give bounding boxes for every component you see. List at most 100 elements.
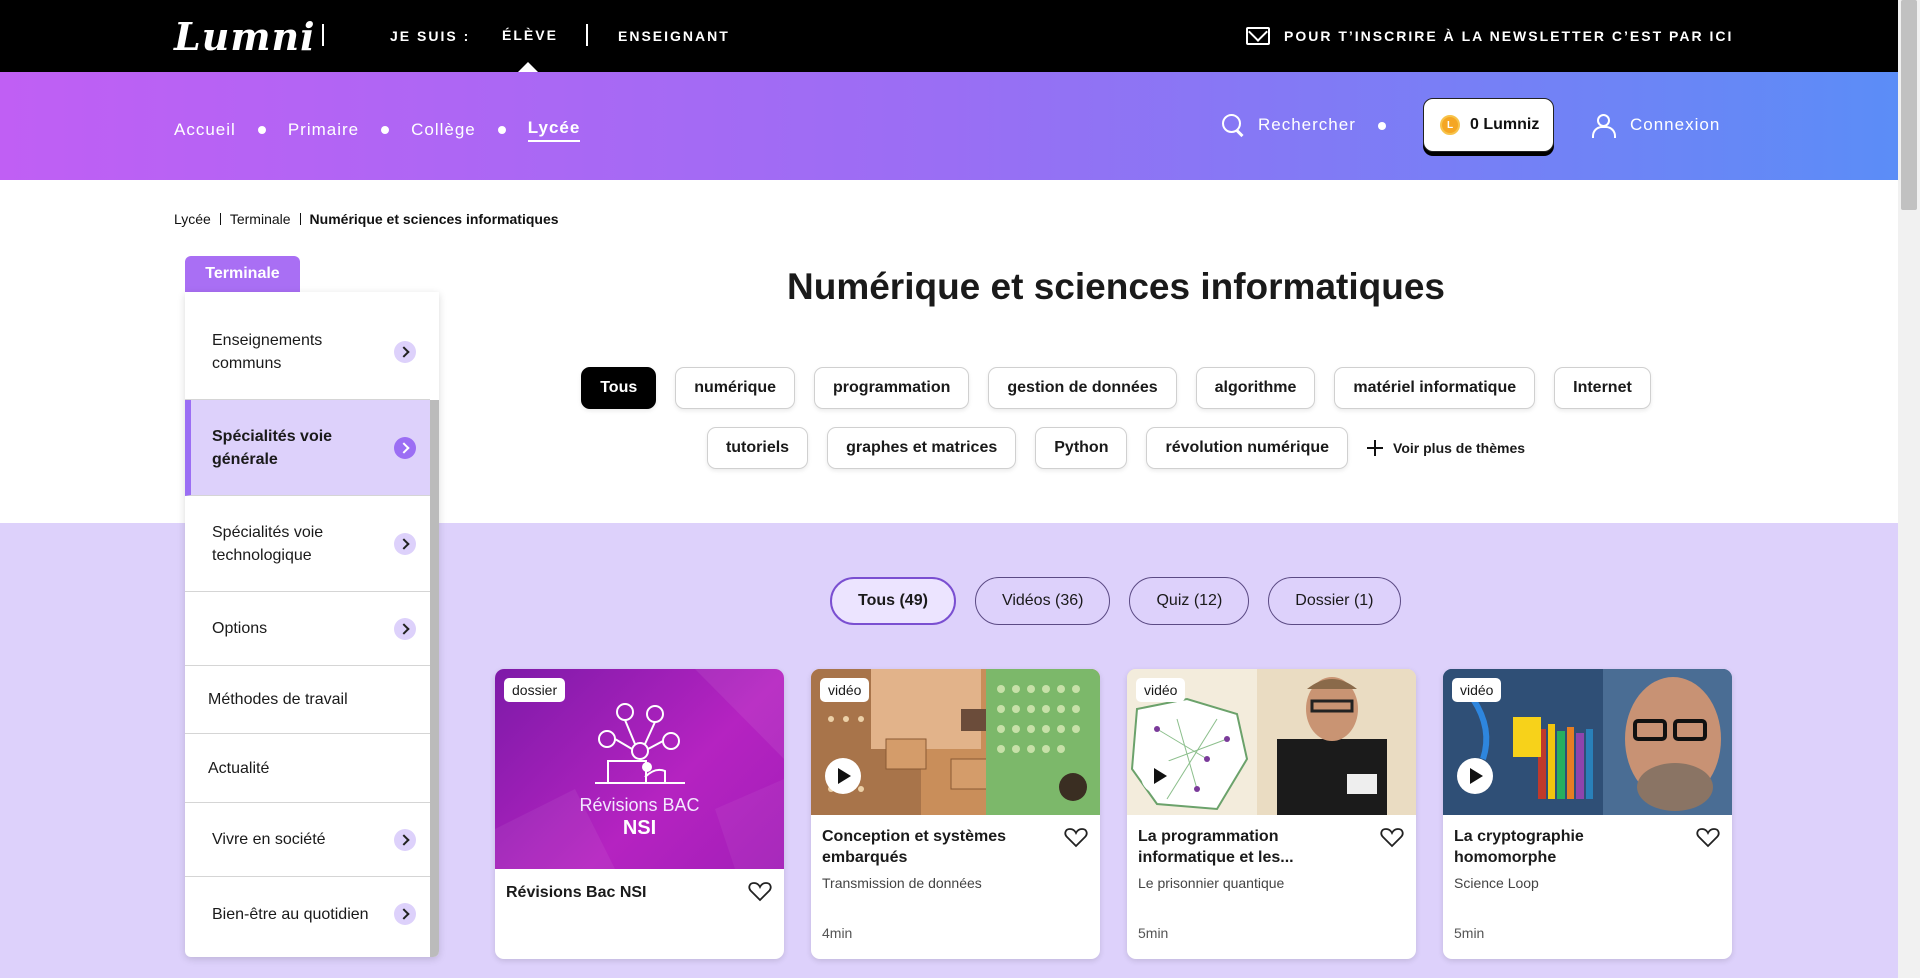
heart-icon[interactable] xyxy=(1064,826,1088,848)
card-thumbnail: vidéo xyxy=(811,669,1100,815)
sidebar-item-label: Vivre en société xyxy=(212,831,326,848)
thumbnail-title: Révisions BAC xyxy=(579,795,700,815)
sidebar-item-methodes-de-travail[interactable]: Méthodes de travail xyxy=(185,666,430,734)
enseignant-link[interactable]: ENSEIGNANT xyxy=(618,28,730,44)
sidebar-item-bien-etre-au-quotidien[interactable]: Bien-être au quotidien xyxy=(185,877,430,951)
search-icon xyxy=(1222,114,1244,136)
chevron-right-icon xyxy=(394,903,416,925)
search-label: Rechercher xyxy=(1258,115,1356,134)
divider xyxy=(322,24,324,46)
content-type-badge: vidéo xyxy=(820,678,870,702)
sidebar-item-label: Options xyxy=(212,620,268,637)
card-subtitle: Transmission de données xyxy=(822,875,982,891)
card-title: Révisions Bac NSI xyxy=(506,884,647,901)
nav-lycee[interactable]: Lycée xyxy=(527,118,581,142)
content-card-programmation-informatique[interactable]: vidéo La programmation informatique et l… xyxy=(1127,669,1416,959)
tag-algorithme[interactable]: algorithme xyxy=(1195,367,1316,409)
tag-gestion-de-donnees[interactable]: gestion de données xyxy=(988,367,1177,409)
sidebar: Enseignements communs Spécialités voie g… xyxy=(185,292,439,957)
sidebar-item-specialites-voie-generale[interactable]: Spécialités voie générale xyxy=(185,400,430,496)
page-scrollbar[interactable] xyxy=(1898,0,1920,978)
tag-graphes-et-matrices[interactable]: graphes et matrices xyxy=(827,427,1017,469)
tag-internet[interactable]: Internet xyxy=(1554,367,1651,409)
top-bar: Lumni JE SUIS : ÉLÈVE ENSEIGNANT POUR T’… xyxy=(0,0,1898,72)
play-icon[interactable] xyxy=(1457,758,1493,794)
je-suis-label: JE SUIS : xyxy=(390,28,471,44)
nav-primaire[interactable]: Primaire xyxy=(288,120,359,140)
tag-tous[interactable]: Tous xyxy=(581,367,657,409)
nav-college[interactable]: Collège xyxy=(411,120,476,140)
main-navigation: Accueil Primaire Collège Lycée Recherche… xyxy=(0,72,1898,180)
heart-icon[interactable] xyxy=(1380,826,1404,848)
thumbnail-subtitle: NSI xyxy=(622,817,657,839)
tag-materiel-informatique[interactable]: matériel informatique xyxy=(1334,367,1536,409)
card-duration: 5min xyxy=(1454,925,1485,941)
voir-plus-label: Voir plus de thèmes xyxy=(1393,440,1526,456)
tag-tutoriels[interactable]: tutoriels xyxy=(706,427,809,469)
tag-python[interactable]: Python xyxy=(1035,427,1128,469)
sidebar-item-label: Enseignements communs xyxy=(212,332,323,372)
chevron-right-icon xyxy=(394,532,416,555)
filter-tous[interactable]: Tous (49) xyxy=(830,577,956,625)
sidebar-item-options[interactable]: Options xyxy=(185,592,430,666)
filter-dossier[interactable]: Dossier (1) xyxy=(1268,577,1401,625)
card-title: La cryptographie homomorphe xyxy=(1454,828,1584,866)
content-card-conception-systemes-embarques[interactable]: vidéo Conception et systèmes embarqués T… xyxy=(811,669,1100,959)
sidebar-item-enseignements-communs[interactable]: Enseignements communs xyxy=(185,305,430,400)
breadcrumb: Lycée Terminale Numérique et sciences in… xyxy=(174,211,559,227)
content-card-cryptographie-homomorphe[interactable]: vidéo La cryptographie homomorphe Scienc… xyxy=(1443,669,1732,959)
tag-revolution-numerique[interactable]: révolution numérique xyxy=(1146,427,1349,469)
breadcrumb-lycee[interactable]: Lycée xyxy=(174,211,211,227)
chevron-right-icon xyxy=(394,828,416,851)
sidebar-scrollbar[interactable] xyxy=(430,400,439,957)
card-thumbnail: vidéo xyxy=(1443,669,1732,815)
theme-tags-row-2: tutoriels graphes et matrices Python rév… xyxy=(440,427,1792,469)
page-title: Numérique et sciences informatiques xyxy=(787,266,1445,307)
content-card-revisions-bac-nsi[interactable]: dossier Révisions BAC NSI Révisions Bac … xyxy=(495,669,784,959)
play-icon[interactable] xyxy=(825,758,861,794)
nav-dot xyxy=(381,126,390,134)
chevron-right-icon xyxy=(394,436,416,459)
play-icon[interactable] xyxy=(1141,758,1177,794)
sidebar-item-label: Spécialités voie générale xyxy=(212,427,333,468)
chevron-right-icon xyxy=(394,341,416,363)
card-subtitle: Science Loop xyxy=(1454,875,1539,891)
breadcrumb-terminale[interactable]: Terminale xyxy=(230,211,291,227)
card-title: La programmation informatique et les... xyxy=(1138,828,1294,866)
search-button[interactable]: Rechercher xyxy=(1222,114,1356,136)
content-type-badge: dossier xyxy=(504,678,566,702)
breadcrumb-separator xyxy=(299,213,301,225)
heart-icon[interactable] xyxy=(748,880,772,902)
connexion-label: Connexion xyxy=(1630,115,1721,134)
lumni-logo[interactable]: Lumni xyxy=(174,14,316,59)
lumniz-button[interactable]: L 0 Lumniz xyxy=(1423,98,1554,152)
sidebar-item-specialites-voie-technologique[interactable]: Spécialités voie technologique xyxy=(185,496,430,592)
sidebar-item-label: Actualité xyxy=(208,759,270,777)
sidebar-item-label: Méthodes de travail xyxy=(208,691,348,708)
sidebar-tab-terminale[interactable]: Terminale xyxy=(185,256,300,292)
nav-dot xyxy=(497,126,506,134)
nav-accueil[interactable]: Accueil xyxy=(174,120,236,140)
eleve-link[interactable]: ÉLÈVE xyxy=(502,27,558,43)
heart-icon[interactable] xyxy=(1696,826,1720,848)
chevron-right-icon xyxy=(394,617,416,640)
content-type-badge: vidéo xyxy=(1452,678,1502,702)
tag-programmation[interactable]: programmation xyxy=(814,367,970,409)
filter-quiz[interactable]: Quiz (12) xyxy=(1129,577,1250,625)
card-duration: 4min xyxy=(822,925,853,941)
sidebar-item-vivre-en-societe[interactable]: Vivre en société xyxy=(185,803,430,877)
page-scrollbar-thumb[interactable] xyxy=(1901,0,1917,210)
sidebar-item-label: Spécialités voie technologique xyxy=(212,523,324,564)
filter-videos[interactable]: Vidéos (36) xyxy=(974,577,1111,625)
newsletter-link[interactable]: POUR T’INSCRIRE À LA NEWSLETTER C’EST PA… xyxy=(1246,27,1733,45)
plus-icon xyxy=(1367,440,1384,456)
voir-plus-button[interactable]: Voir plus de thèmes xyxy=(1367,427,1525,469)
breadcrumb-current: Numérique et sciences informatiques xyxy=(309,211,559,227)
tag-numerique[interactable]: numérique xyxy=(675,367,796,409)
lumniz-label: 0 Lumniz xyxy=(1470,116,1540,133)
sidebar-item-actualite[interactable]: Actualité xyxy=(185,734,430,803)
connexion-button[interactable]: Connexion xyxy=(1592,114,1721,138)
card-thumbnail: vidéo xyxy=(1127,669,1416,815)
card-duration: 5min xyxy=(1138,925,1169,941)
sidebar-item-label: Bien-être au quotidien xyxy=(212,905,369,923)
